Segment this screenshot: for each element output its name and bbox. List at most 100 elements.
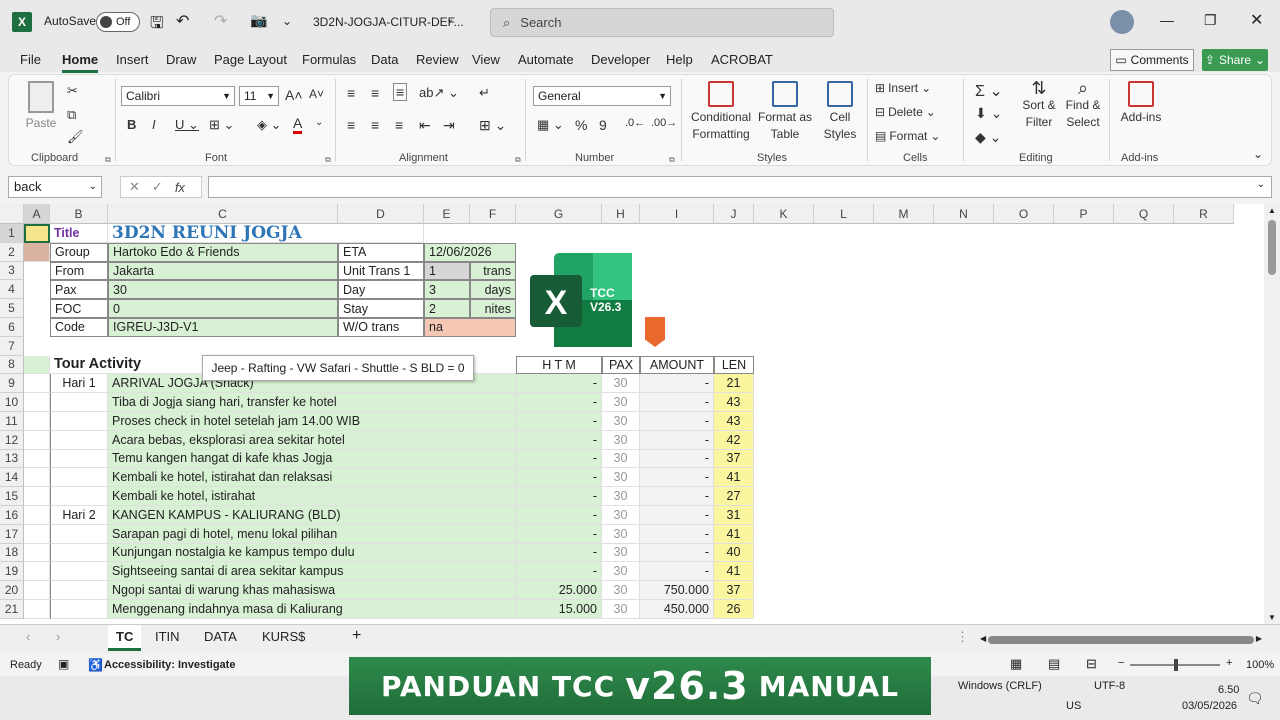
share-button[interactable]: ⇪ Share ⌄: [1202, 49, 1268, 71]
tab-kurs[interactable]: KURS$: [262, 629, 305, 644]
amount-value[interactable]: -: [640, 449, 714, 469]
day-label[interactable]: [50, 581, 108, 600]
column-header[interactable]: I: [640, 204, 714, 224]
vertical-scrollbar[interactable]: ▲ ▼: [1264, 204, 1280, 624]
align-right-icon[interactable]: ≡: [395, 117, 403, 133]
activity-description[interactable]: KANGEN KAMPUS - KALIURANG (BLD): [108, 506, 516, 525]
from-label[interactable]: From: [50, 261, 108, 281]
align-center-icon[interactable]: ≡: [371, 117, 379, 133]
column-header[interactable]: R: [1174, 204, 1234, 224]
menu-acrobat[interactable]: ACROBAT: [711, 52, 773, 67]
htm-value[interactable]: -: [516, 506, 602, 525]
minimize-icon[interactable]: —: [1160, 12, 1174, 28]
pax-value[interactable]: 30: [602, 430, 640, 450]
row-header[interactable]: 4: [0, 280, 24, 300]
row-header[interactable]: 12: [0, 430, 24, 450]
day-label[interactable]: Hari 1: [50, 374, 108, 394]
format-cells-button[interactable]: ▤ Format ⌄: [875, 129, 940, 143]
menu-insert[interactable]: Insert: [116, 52, 149, 67]
camera-icon[interactable]: 📷: [250, 12, 267, 29]
font-color-icon[interactable]: A: [293, 115, 303, 134]
amount-value[interactable]: -: [640, 430, 714, 450]
day-label[interactable]: Hari 2: [50, 506, 108, 525]
amount-value[interactable]: -: [640, 393, 714, 412]
format-painter-icon[interactable]: 🖌: [67, 129, 84, 145]
menu-draw[interactable]: Draw: [166, 52, 196, 67]
eta-value[interactable]: 12/06/2026: [424, 242, 516, 262]
save-icon[interactable]: 🖫: [150, 12, 164, 39]
row-header[interactable]: 5: [0, 299, 24, 318]
cut-icon[interactable]: ✂: [67, 83, 78, 99]
accounting-format-icon[interactable]: ▦ ⌄: [537, 117, 564, 133]
day-label[interactable]: [50, 449, 108, 469]
unit-suffix[interactable]: trans: [470, 261, 516, 281]
column-header[interactable]: E: [424, 204, 470, 224]
row-header[interactable]: 8: [0, 355, 24, 375]
activity-description[interactable]: Kunjungan nostalgia ke kampus tempo dulu: [108, 543, 516, 563]
col-header-htm[interactable]: H T M: [516, 355, 602, 375]
align-left-icon[interactable]: ≡: [347, 117, 355, 133]
column-header[interactable]: F: [470, 204, 516, 224]
sort-filter-button[interactable]: ⇅ Sort & Filter: [1017, 79, 1061, 129]
paste-button[interactable]: Paste: [23, 81, 59, 130]
merge-center-icon[interactable]: ⊞ ⌄: [479, 117, 506, 134]
htm-value[interactable]: 25.000: [516, 581, 602, 600]
pax-value[interactable]: 30: [602, 581, 640, 600]
menu-formulas[interactable]: Formulas: [302, 52, 356, 67]
fill-color-icon[interactable]: ◈ ⌄: [257, 117, 282, 133]
menu-home[interactable]: Home: [62, 52, 99, 73]
htm-value[interactable]: -: [516, 449, 602, 469]
select-all-corner[interactable]: [0, 204, 24, 224]
font-size-select[interactable]: 11 ▼: [239, 86, 279, 106]
pax-value[interactable]: 30: [602, 524, 640, 544]
wo-label[interactable]: W/O trans: [338, 318, 424, 337]
row-header[interactable]: 20: [0, 581, 24, 600]
unit-label[interactable]: Unit Trans 1: [338, 261, 424, 281]
scroll-up-icon[interactable]: ▲: [1268, 206, 1276, 215]
column-header[interactable]: D: [338, 204, 424, 224]
zoom-slider-thumb[interactable]: [1174, 659, 1178, 671]
pax-value[interactable]: 30: [602, 506, 640, 525]
horizontal-scrollbar[interactable]: ◀ ▶: [980, 634, 1262, 646]
autosave-toggle[interactable]: Off: [96, 12, 140, 32]
row-header[interactable]: 10: [0, 393, 24, 412]
pax-value[interactable]: 30: [602, 468, 640, 488]
col-header-pax[interactable]: PAX: [602, 355, 640, 375]
cell-color-marker[interactable]: [24, 355, 50, 375]
formula-input[interactable]: ⌄: [208, 176, 1272, 198]
cell[interactable]: [24, 600, 50, 619]
decrease-indent-icon[interactable]: ⇤: [419, 117, 431, 134]
row-header[interactable]: 13: [0, 449, 24, 469]
zoom-in-icon[interactable]: +: [1226, 657, 1232, 669]
tab-options-icon[interactable]: ⋮: [956, 629, 969, 645]
len-value[interactable]: 41: [714, 562, 754, 582]
htm-value[interactable]: -: [516, 562, 602, 582]
day-label[interactable]: [50, 487, 108, 506]
top-align-icon[interactable]: ≡: [347, 85, 355, 101]
group-value[interactable]: Hartoko Edo & Friends: [108, 242, 338, 262]
htm-value[interactable]: -: [516, 374, 602, 394]
htm-value[interactable]: -: [516, 468, 602, 488]
row-header[interactable]: 14: [0, 468, 24, 488]
page-break-view-icon[interactable]: ⊟: [1086, 656, 1097, 672]
col-header-amount[interactable]: AMOUNT: [640, 355, 714, 375]
fx-icon[interactable]: fx: [175, 180, 185, 195]
conditional-formatting-button[interactable]: Conditional Formatting: [689, 81, 753, 141]
len-value[interactable]: 26: [714, 600, 754, 619]
pax-value[interactable]: 30: [602, 543, 640, 563]
pax-value[interactable]: 30: [602, 374, 640, 394]
day-value[interactable]: 3: [424, 280, 470, 300]
increase-indent-icon[interactable]: ⇥: [443, 117, 455, 134]
column-header[interactable]: O: [994, 204, 1054, 224]
wo-value[interactable]: na: [424, 318, 516, 337]
cell[interactable]: [24, 449, 50, 469]
bold-icon[interactable]: B: [127, 117, 136, 132]
day-label[interactable]: [50, 562, 108, 582]
amount-value[interactable]: -: [640, 374, 714, 394]
comma-style-icon[interactable]: 9: [599, 117, 607, 133]
amount-value[interactable]: -: [640, 543, 714, 563]
activity-description[interactable]: Sarapan pagi di hotel, menu lokal piliha…: [108, 524, 516, 544]
row-header[interactable]: 17: [0, 524, 24, 544]
row-header[interactable]: 16: [0, 506, 24, 525]
cell[interactable]: [24, 524, 50, 544]
